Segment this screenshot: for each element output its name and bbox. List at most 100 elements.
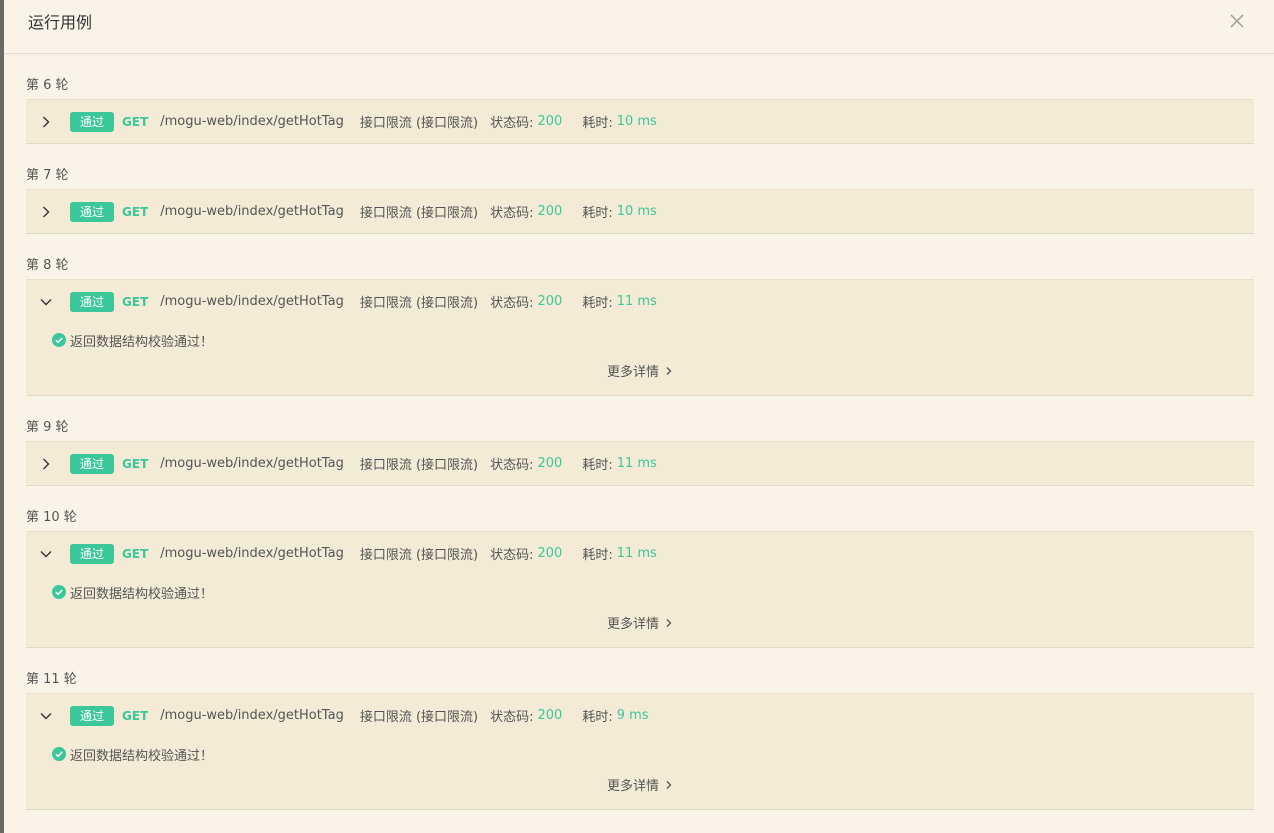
chevron-right-icon[interactable] — [40, 205, 60, 219]
drawer-title: 运行用例 — [28, 12, 93, 32]
more-details-link[interactable]: 更多详情 — [52, 603, 1254, 647]
duration-value: 10 ms — [616, 114, 657, 129]
case-card: 通过 GET /mogu-web/index/getHotTag 接口限流 (接… — [26, 441, 1254, 486]
round-label: 第 7 轮 — [26, 168, 69, 183]
status-badge: 通过 — [70, 201, 115, 222]
status-badge: 通过 — [70, 705, 115, 726]
request-url: /mogu-web/index/getHotTag — [160, 708, 344, 723]
case-header[interactable]: 通过 GET /mogu-web/index/getHotTag 接口限流 (接… — [26, 100, 1254, 143]
round-item: 第 8 轮 通过 GET /mogu-web/index/getHotTag 接… — [26, 234, 1254, 396]
chevron-right-icon — [665, 351, 673, 395]
run-cases-drawer: 运行用例 第 6 轮 通过 GET /mogu-web/index/getHot… — [4, 0, 1274, 833]
api-name: 接口限流 (接口限流) — [359, 296, 479, 311]
case-card: 通过 GET /mogu-web/index/getHotTag 接口限流 (接… — [26, 189, 1254, 234]
chevron-right-icon — [665, 765, 673, 809]
check-circle-icon — [52, 747, 66, 761]
more-details-link[interactable]: 更多详情 — [52, 351, 1254, 395]
status-code-label: 状态码: — [490, 458, 534, 473]
round-label: 第 11 轮 — [26, 672, 77, 687]
case-card: 通过 GET /mogu-web/index/getHotTag 接口限流 (接… — [26, 693, 1254, 810]
status-badge: 通过 — [70, 543, 115, 564]
status-code-value: 200 — [537, 456, 563, 471]
request-url: /mogu-web/index/getHotTag — [160, 546, 344, 561]
request-url: /mogu-web/index/getHotTag — [160, 114, 344, 129]
case-card: 通过 GET /mogu-web/index/getHotTag 接口限流 (接… — [26, 279, 1254, 396]
check-result: 返回数据结构校验通过！ — [52, 329, 1254, 351]
api-name: 接口限流 (接口限流) — [359, 458, 479, 473]
api-name: 接口限流 (接口限流) — [359, 116, 479, 131]
http-method: GET — [122, 708, 149, 723]
duration-value: 10 ms — [616, 204, 657, 219]
duration-label: 耗时: — [582, 206, 613, 221]
round-label: 第 6 轮 — [26, 78, 69, 93]
check-message: 返回数据结构校验通过！ — [70, 334, 214, 350]
case-body: 返回数据结构校验通过！ 更多详情 — [26, 575, 1254, 647]
duration-label: 耗时: — [582, 548, 613, 563]
status-code-value: 200 — [537, 114, 563, 129]
status-code-value: 200 — [537, 204, 563, 219]
duration-value: 11 ms — [616, 294, 657, 309]
request-url: /mogu-web/index/getHotTag — [160, 204, 344, 219]
case-header[interactable]: 通过 GET /mogu-web/index/getHotTag 接口限流 (接… — [26, 280, 1254, 323]
status-badge: 通过 — [70, 291, 115, 312]
check-circle-icon — [52, 333, 66, 347]
more-details-label: 更多详情 — [606, 617, 659, 632]
status-code-label: 状态码: — [490, 296, 534, 311]
duration-label: 耗时: — [582, 296, 613, 311]
more-details-label: 更多详情 — [606, 779, 659, 794]
status-code-value: 200 — [537, 708, 563, 723]
round-item: 第 10 轮 通过 GET /mogu-web/index/getHotTag … — [26, 486, 1254, 648]
status-code-label: 状态码: — [490, 116, 534, 131]
duration-value: 9 ms — [616, 708, 649, 723]
more-details-label: 更多详情 — [606, 365, 659, 380]
check-message: 返回数据结构校验通过！ — [70, 586, 214, 602]
chevron-down-icon[interactable] — [40, 547, 60, 561]
duration-label: 耗时: — [582, 710, 613, 725]
case-card: 通过 GET /mogu-web/index/getHotTag 接口限流 (接… — [26, 99, 1254, 144]
request-url: /mogu-web/index/getHotTag — [160, 456, 344, 471]
status-code-label: 状态码: — [490, 710, 534, 725]
http-method: GET — [122, 456, 149, 471]
round-label: 第 10 轮 — [26, 510, 77, 525]
chevron-right-icon — [665, 603, 673, 647]
case-header[interactable]: 通过 GET /mogu-web/index/getHotTag 接口限流 (接… — [26, 532, 1254, 575]
duration-value: 11 ms — [616, 456, 657, 471]
case-header[interactable]: 通过 GET /mogu-web/index/getHotTag 接口限流 (接… — [26, 442, 1254, 485]
http-method: GET — [122, 114, 149, 129]
case-header[interactable]: 通过 GET /mogu-web/index/getHotTag 接口限流 (接… — [26, 694, 1254, 737]
check-result: 返回数据结构校验通过！ — [52, 581, 1254, 603]
round-item: 第 6 轮 通过 GET /mogu-web/index/getHotTag 接… — [26, 54, 1254, 144]
status-code-value: 200 — [537, 546, 563, 561]
check-message: 返回数据结构校验通过！ — [70, 748, 214, 764]
round-item: 第 7 轮 通过 GET /mogu-web/index/getHotTag 接… — [26, 144, 1254, 234]
rounds-list: 第 6 轮 通过 GET /mogu-web/index/getHotTag 接… — [4, 54, 1274, 810]
api-name: 接口限流 (接口限流) — [359, 548, 479, 563]
case-card: 通过 GET /mogu-web/index/getHotTag 接口限流 (接… — [26, 531, 1254, 648]
status-code-value: 200 — [537, 294, 563, 309]
status-badge: 通过 — [70, 111, 115, 132]
http-method: GET — [122, 204, 149, 219]
round-item: 第 9 轮 通过 GET /mogu-web/index/getHotTag 接… — [26, 396, 1254, 486]
http-method: GET — [122, 546, 149, 561]
round-item: 第 11 轮 通过 GET /mogu-web/index/getHotTag … — [26, 648, 1254, 810]
http-method: GET — [122, 294, 149, 309]
chevron-right-icon[interactable] — [40, 115, 60, 129]
case-header[interactable]: 通过 GET /mogu-web/index/getHotTag 接口限流 (接… — [26, 190, 1254, 233]
status-badge: 通过 — [70, 453, 115, 474]
more-details-link[interactable]: 更多详情 — [52, 765, 1254, 809]
case-body: 返回数据结构校验通过！ 更多详情 — [26, 323, 1254, 395]
request-url: /mogu-web/index/getHotTag — [160, 294, 344, 309]
status-code-label: 状态码: — [490, 548, 534, 563]
chevron-down-icon[interactable] — [40, 709, 60, 723]
duration-label: 耗时: — [582, 116, 613, 131]
status-code-label: 状态码: — [490, 206, 534, 221]
case-body: 返回数据结构校验通过！ 更多详情 — [26, 737, 1254, 809]
duration-label: 耗时: — [582, 458, 613, 473]
chevron-down-icon[interactable] — [40, 295, 60, 309]
close-icon[interactable] — [1226, 10, 1248, 32]
duration-value: 11 ms — [616, 546, 657, 561]
round-label: 第 8 轮 — [26, 258, 69, 273]
round-label: 第 9 轮 — [26, 420, 69, 435]
chevron-right-icon[interactable] — [40, 457, 60, 471]
drawer-header: 运行用例 — [4, 0, 1274, 54]
